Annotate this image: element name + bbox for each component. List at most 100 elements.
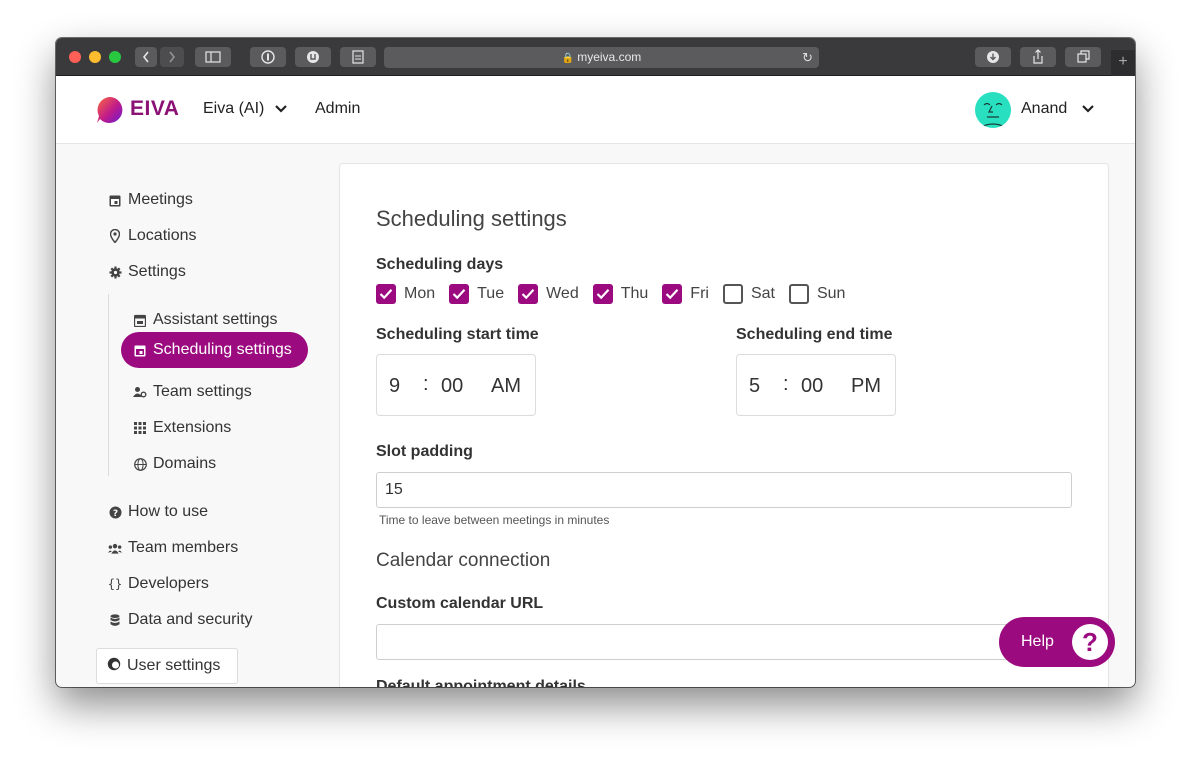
sidebar-item-label: Domains	[153, 455, 217, 472]
user-face-icon	[107, 657, 121, 676]
sidebar-item-team-members[interactable]: Team members	[108, 536, 238, 560]
sidebar-item-data-and-security[interactable]: Data and security	[108, 608, 253, 632]
calendar-connection-heading: Calendar connection	[376, 550, 551, 571]
sidebar-item-domains[interactable]: Domains	[133, 452, 216, 476]
sidebar-item-scheduling-settings-content[interactable]: Scheduling settings	[133, 338, 292, 362]
settings-card: Scheduling settings Scheduling days Mon …	[339, 163, 1109, 687]
sidebar-item-label: Settings	[128, 263, 186, 280]
help-button[interactable]: Help ?	[999, 617, 1115, 667]
checkbox-checked[interactable]	[518, 284, 539, 304]
submenu-divider	[108, 294, 109, 476]
end-minute-field[interactable]: 00	[801, 375, 823, 398]
braces-icon: {}	[107, 577, 123, 591]
day-checkbox-wed[interactable]: Wed	[518, 284, 579, 304]
brand-name[interactable]: EIVA	[130, 97, 179, 121]
database-icon	[108, 613, 122, 627]
new-tab-icon[interactable]: +	[1111, 50, 1135, 76]
sidebar-item-team-settings[interactable]: Team settings	[133, 380, 252, 404]
day-checkbox-fri[interactable]: Fri	[662, 284, 709, 304]
sidebar-item-label: Extensions	[153, 419, 232, 436]
sidebar-item-label: Team settings	[153, 383, 252, 400]
scheduling-days-label: Scheduling days	[376, 256, 504, 273]
day-checkbox-thu[interactable]: Thu	[592, 284, 648, 304]
end-time-label: Scheduling end time	[736, 326, 893, 343]
calendar-icon	[133, 343, 147, 357]
reload-icon[interactable]: ↻	[802, 47, 813, 68]
day-label: Fri	[690, 285, 709, 302]
start-time-picker[interactable]: 9 : 00 AM	[376, 354, 536, 416]
reader-icon[interactable]	[340, 47, 376, 67]
end-time-picker[interactable]: 5 : 00 PM	[736, 354, 896, 416]
svg-text:?: ?	[112, 509, 117, 519]
maximize-window-button[interactable]	[109, 51, 121, 63]
sidebar-nav: Meetings Locations Settings Assistant se…	[56, 144, 336, 687]
checkbox-checked[interactable]	[592, 284, 613, 304]
question-circle-icon: ?	[108, 505, 122, 519]
day-label: Sat	[750, 285, 775, 302]
url-text: myeiva.com	[577, 50, 642, 64]
user-settings-label: User settings	[127, 657, 221, 674]
day-checkbox-tue[interactable]: Tue	[449, 284, 504, 304]
minimize-window-button[interactable]	[89, 51, 101, 63]
checkbox-checked[interactable]	[376, 284, 396, 304]
scheduling-days-group: Mon Tue Wed Thu Fri Sat Sun	[376, 284, 859, 304]
sidebar-item-settings[interactable]: Settings	[108, 260, 186, 284]
custom-calendar-url-label: Custom calendar URL	[376, 595, 544, 612]
sidebar-item-assistant-settings[interactable]: Assistant settings	[133, 308, 278, 332]
day-label: Tue	[477, 285, 505, 302]
close-window-button[interactable]	[69, 51, 81, 63]
forward-button[interactable]	[160, 47, 184, 67]
custom-calendar-url-input[interactable]	[376, 624, 1072, 660]
sidebar-item-meetings[interactable]: Meetings	[108, 188, 193, 212]
admin-link[interactable]: Admin	[315, 100, 360, 118]
user-settings-button[interactable]: User settings	[96, 648, 238, 684]
calendar-icon	[108, 193, 122, 207]
back-button[interactable]	[135, 47, 157, 67]
users-cog-icon	[133, 385, 147, 399]
grid-icon	[133, 421, 147, 435]
sidebar-item-developers[interactable]: {} Developers	[108, 572, 209, 596]
chevron-down-icon	[1081, 104, 1094, 113]
day-label: Wed	[546, 285, 579, 302]
day-checkbox-sat[interactable]: Sat	[722, 284, 775, 304]
sidebar-item-how-to-use[interactable]: ? How to use	[108, 500, 208, 524]
browser-toolbar: 🔒 myeiva.com ↻ +	[56, 38, 1135, 76]
end-ampm-field[interactable]: PM	[851, 375, 881, 398]
end-hour-field[interactable]: 5	[749, 375, 760, 398]
slot-padding-input[interactable]: 15	[376, 472, 1072, 508]
day-label: Mon	[404, 285, 436, 302]
sidebar-item-label: Team members	[128, 539, 239, 556]
default-appointment-details-label: Default appointment details	[376, 678, 586, 687]
lock-icon: 🔒	[561, 53, 575, 64]
checkbox-checked[interactable]	[449, 284, 470, 304]
org-name: Eiva (AI)	[203, 100, 265, 117]
day-checkbox-sun[interactable]: Sun	[788, 284, 846, 304]
checkbox-unchecked[interactable]	[788, 284, 809, 304]
sidebar-item-locations[interactable]: Locations	[108, 224, 197, 248]
address-bar[interactable]: 🔒 myeiva.com ↻	[384, 47, 819, 68]
user-menu[interactable]: Anand	[1021, 100, 1094, 118]
checkbox-unchecked[interactable]	[722, 284, 743, 304]
avatar[interactable]	[975, 92, 1011, 128]
download-icon[interactable]	[975, 47, 1011, 67]
sidebar-item-extensions[interactable]: Extensions	[133, 416, 231, 440]
password-icon[interactable]	[250, 47, 286, 67]
eiva-logo-icon[interactable]	[96, 96, 124, 124]
checkbox-checked[interactable]	[662, 284, 683, 304]
sidebar-item-label: Assistant settings	[153, 311, 278, 328]
org-switcher[interactable]: Eiva (AI)	[203, 100, 287, 118]
help-label: Help	[1021, 633, 1054, 650]
day-checkbox-mon[interactable]: Mon	[376, 284, 435, 304]
day-label: Sun	[816, 285, 846, 302]
sidebar-item-label: Scheduling settings	[153, 341, 292, 358]
start-hour-field[interactable]: 9	[389, 375, 400, 398]
browser-window: 🔒 myeiva.com ↻ + EIVA Eiva (AI) Admin An…	[56, 38, 1135, 687]
sidebar-item-label: Data and security	[128, 611, 253, 628]
tabs-overview-icon[interactable]	[1065, 47, 1101, 67]
privacy-shield-icon[interactable]	[295, 47, 331, 67]
sidebar-toggle-button[interactable]	[195, 47, 231, 67]
start-minute-field[interactable]: 00	[441, 375, 463, 398]
chevron-down-icon	[275, 104, 287, 113]
start-ampm-field[interactable]: AM	[491, 375, 521, 398]
share-icon[interactable]	[1020, 47, 1056, 67]
